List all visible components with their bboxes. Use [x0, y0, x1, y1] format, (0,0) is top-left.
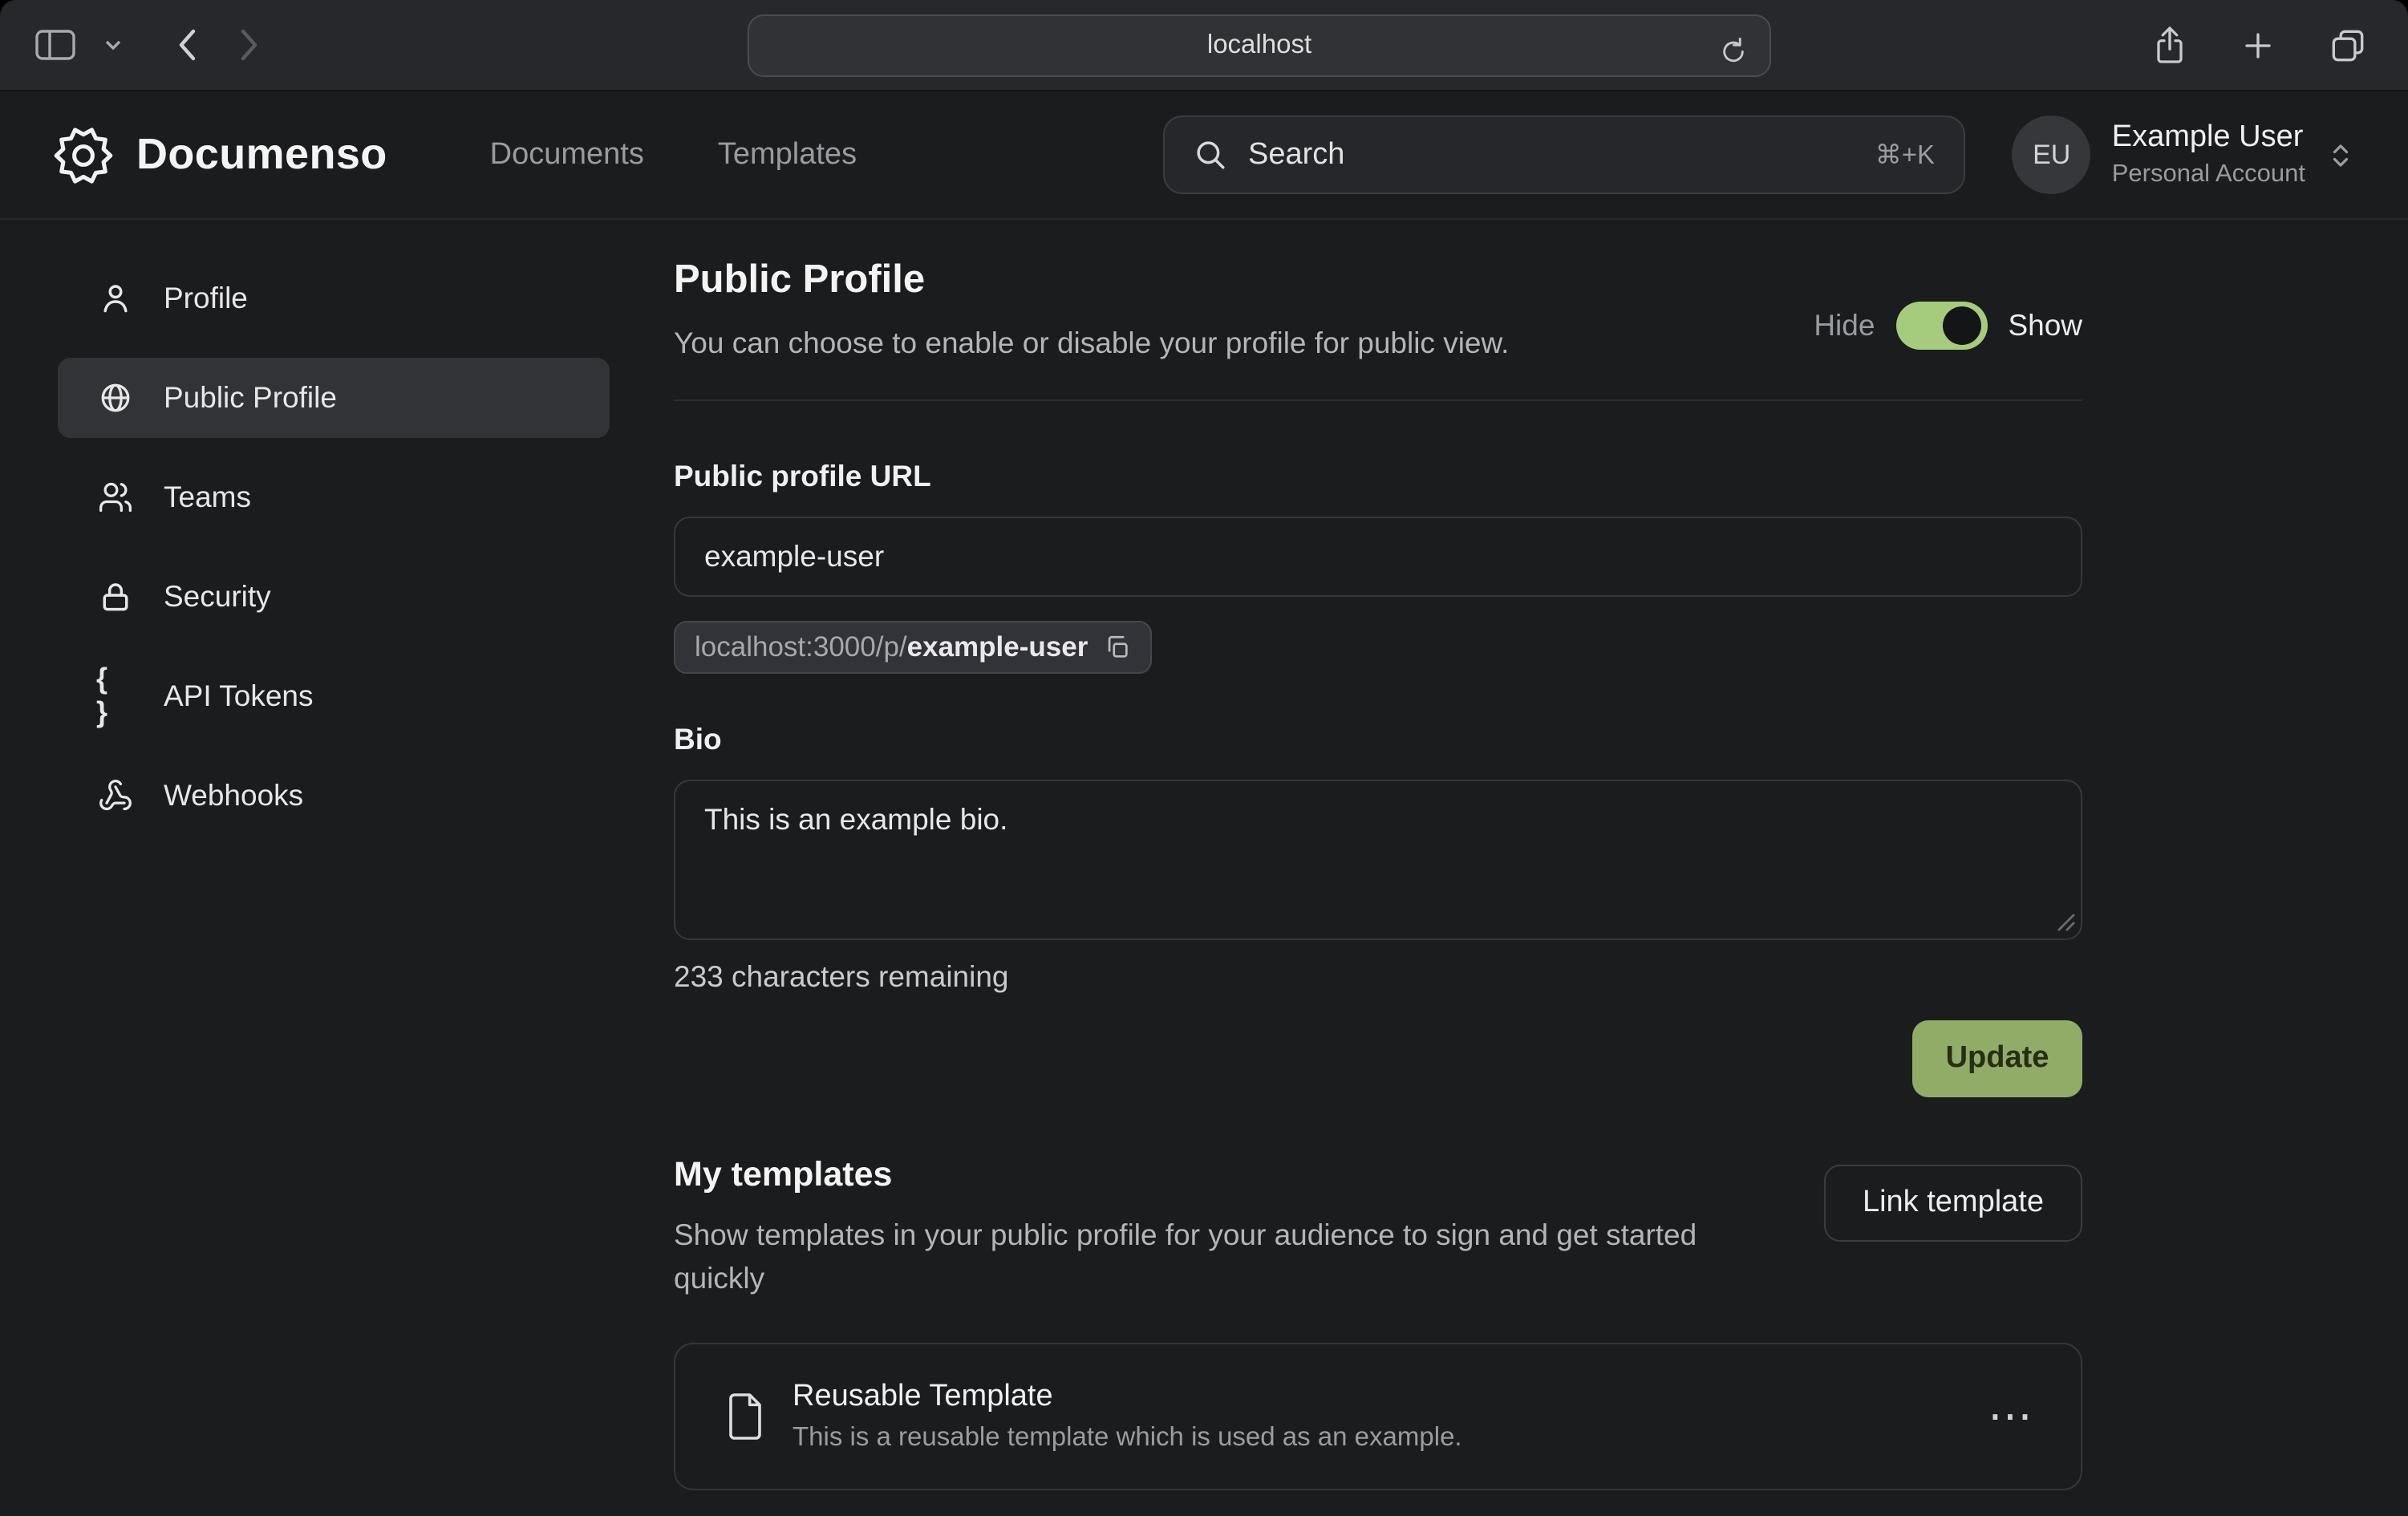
- templates-head-text: My templates Show templates in your publ…: [674, 1155, 1781, 1300]
- search-box[interactable]: ⌘+K: [1163, 116, 1965, 194]
- link-template-button[interactable]: Link template: [1824, 1165, 2082, 1242]
- nav-documents[interactable]: Documents: [490, 137, 644, 172]
- address-bar[interactable]: localhost: [748, 14, 1771, 77]
- url-preview-text: localhost:3000/p/example-user: [695, 630, 1088, 664]
- address-bar-url: localhost: [1207, 30, 1311, 61]
- page-description: You can choose to enable or disable your…: [674, 326, 1509, 361]
- browser-window: localhost: [0, 0, 2408, 1516]
- search-icon: [1194, 138, 1227, 172]
- reload-icon[interactable]: [1713, 29, 1753, 72]
- profile-url-label: Public profile URL: [674, 459, 2082, 494]
- webhook-icon: [96, 778, 135, 813]
- settings-sidebar: Profile Public Profile Teams: [0, 258, 674, 1490]
- template-description: This is a reusable template which is use…: [793, 1422, 1462, 1453]
- globe-icon: [96, 380, 135, 415]
- sidebar-item-profile[interactable]: Profile: [58, 258, 610, 338]
- update-button[interactable]: Update: [1912, 1020, 2082, 1097]
- visibility-toggle-group: Hide Show: [1814, 290, 2082, 361]
- sidebar-item-public-profile[interactable]: Public Profile: [58, 358, 610, 438]
- share-icon[interactable]: [2147, 18, 2193, 72]
- sidebar-item-teams[interactable]: Teams: [58, 457, 610, 537]
- file-icon: [724, 1390, 767, 1441]
- search-shortcut: ⌘+K: [1875, 139, 1935, 171]
- user-account-type: Personal Account: [2112, 160, 2305, 189]
- back-icon[interactable]: [170, 21, 204, 69]
- brand-name: Documenso: [136, 130, 387, 180]
- sidebar-toggle-icon[interactable]: [29, 22, 82, 67]
- avatar-initials: EU: [2033, 139, 2070, 171]
- main-nav: Documents Templates: [490, 137, 857, 172]
- browser-toolbar: localhost: [0, 0, 2408, 91]
- documenso-logo-icon: [53, 124, 114, 185]
- hide-label: Hide: [1814, 308, 1875, 343]
- template-actions-icon[interactable]: ⋯: [1988, 1393, 2033, 1438]
- template-card: Reusable Template This is a reusable tem…: [674, 1342, 2082, 1490]
- bio-label: Bio: [674, 722, 2082, 757]
- sidebar-item-api-tokens[interactable]: { } API Tokens: [58, 656, 610, 736]
- nav-templates[interactable]: Templates: [718, 137, 857, 172]
- profile-visibility-toggle[interactable]: [1895, 302, 1987, 350]
- toolbar-right-controls: [2147, 18, 2379, 72]
- sidebar-item-label: Security: [164, 579, 271, 614]
- search-input[interactable]: [1248, 137, 1855, 172]
- user-icon: [96, 281, 135, 316]
- my-templates-title: My templates: [674, 1155, 1781, 1195]
- toolbar-left-controls: [29, 21, 266, 69]
- lock-icon: [96, 579, 135, 614]
- copy-icon: [1104, 634, 1131, 661]
- sidebar-item-label: API Tokens: [164, 679, 314, 714]
- sidebar-item-label: Webhooks: [164, 778, 303, 813]
- profile-url-preview[interactable]: localhost:3000/p/example-user: [674, 621, 1152, 674]
- new-tab-icon[interactable]: [2235, 22, 2281, 68]
- characters-remaining: 233 characters remaining: [674, 959, 2082, 995]
- chevron-down-icon[interactable]: [98, 32, 128, 58]
- resize-grip-icon[interactable]: [2057, 913, 2076, 932]
- page-head-text: Public Profile You can choose to enable …: [674, 258, 1509, 361]
- forward-icon[interactable]: [233, 21, 266, 69]
- users-icon: [96, 480, 135, 515]
- user-menu[interactable]: EU Example User Personal Account: [2013, 116, 2355, 194]
- sidebar-item-security[interactable]: Security: [58, 557, 610, 637]
- section-divider: [674, 399, 2082, 401]
- brand[interactable]: Documenso: [53, 124, 387, 185]
- template-info: Reusable Template This is a reusable tem…: [793, 1379, 1462, 1453]
- my-templates-description: Show templates in your public profile fo…: [674, 1214, 1781, 1300]
- sidebar-item-label: Profile: [164, 281, 248, 316]
- content: Profile Public Profile Teams: [0, 220, 2408, 1490]
- toggle-knob: [1942, 306, 1980, 345]
- user-info: Example User Personal Account: [2112, 120, 2305, 189]
- bio-textarea[interactable]: This is an example bio.: [674, 780, 2082, 940]
- user-name: Example User: [2112, 120, 2305, 156]
- tab-overview-icon[interactable]: [2323, 20, 2373, 70]
- template-name: Reusable Template: [793, 1379, 1462, 1414]
- chevrons-up-down-icon: [2326, 137, 2355, 172]
- avatar: EU: [2013, 116, 2091, 194]
- app-header: Documenso Documents Templates ⌘+K EU Exa…: [0, 91, 2408, 220]
- braces-icon: { }: [96, 663, 135, 730]
- public-profile-panel: Public Profile You can choose to enable …: [674, 258, 2082, 1490]
- sidebar-item-label: Public Profile: [164, 380, 337, 415]
- page-title: Public Profile: [674, 258, 1509, 303]
- profile-url-input[interactable]: [674, 517, 2082, 597]
- show-label: Show: [2008, 308, 2082, 343]
- sidebar-item-webhooks[interactable]: Webhooks: [58, 756, 610, 836]
- sidebar-item-label: Teams: [164, 480, 251, 515]
